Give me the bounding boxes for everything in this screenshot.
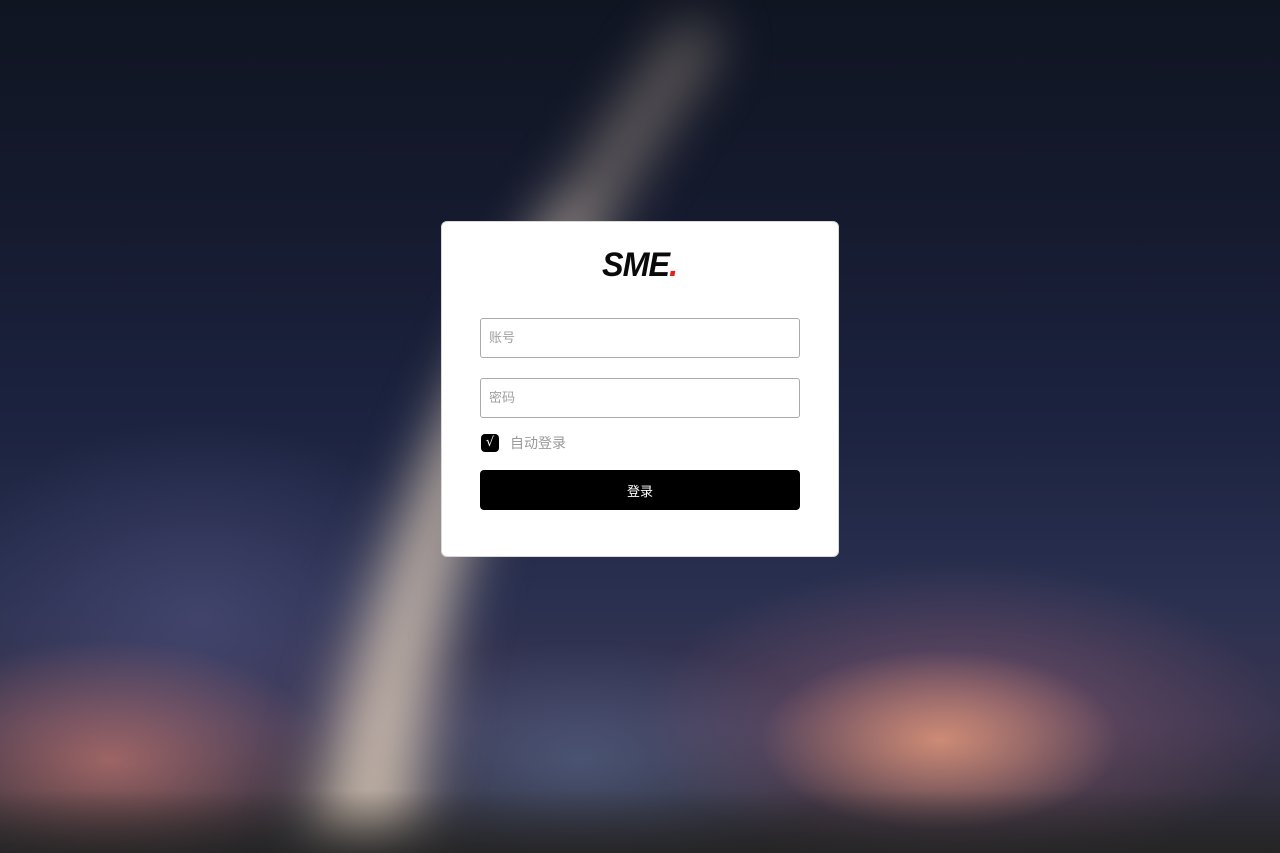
logo: SME. [0, 246, 1280, 286]
auto-login-label: 自动登录 [510, 436, 566, 452]
logo-text: SME. [602, 246, 679, 284]
auto-login-checkbox[interactable]: √ [481, 434, 499, 452]
login-button[interactable]: 登录 [480, 470, 800, 510]
password-input[interactable] [480, 378, 800, 418]
bottom-shadow [0, 790, 1280, 853]
auto-login-option[interactable]: √ 自动登录 [481, 433, 566, 453]
logo-dot: . [669, 246, 679, 284]
account-input[interactable] [480, 318, 800, 358]
check-icon: √ [485, 435, 495, 450]
